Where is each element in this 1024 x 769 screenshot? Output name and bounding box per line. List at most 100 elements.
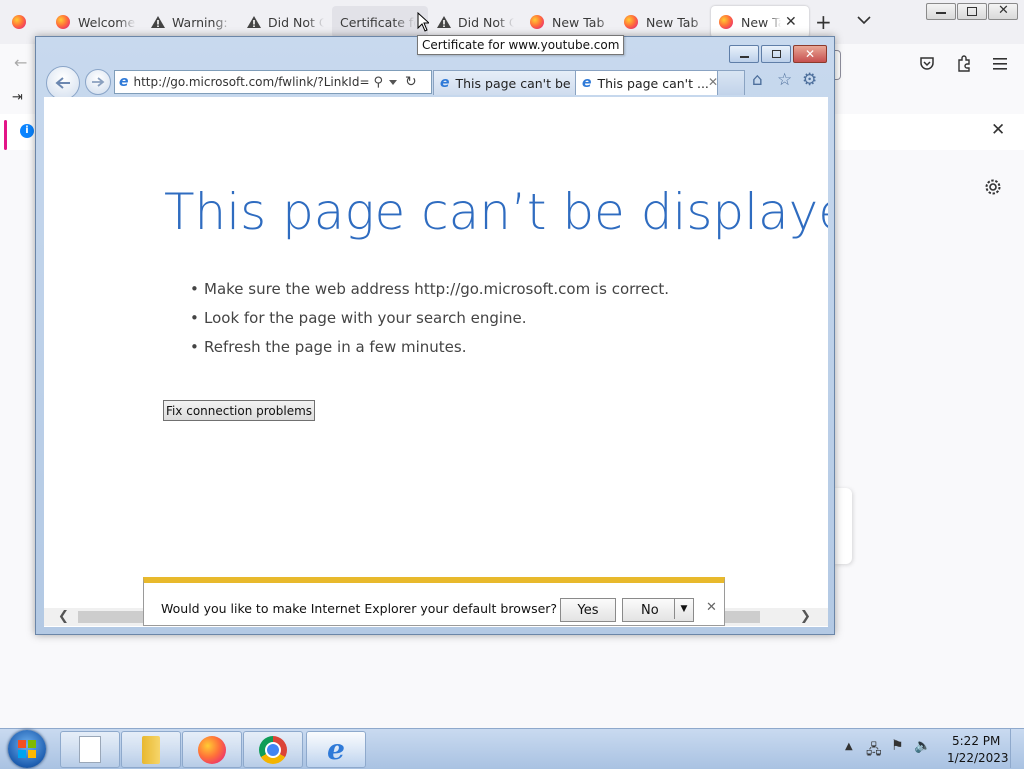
- suggestion-item: • Refresh the page in a few minutes.: [190, 338, 467, 356]
- firefox-tab[interactable]: Welcome: [46, 6, 146, 38]
- scroll-right-arrow-icon[interactable]: ❯: [800, 609, 811, 624]
- firefox-restore-button[interactable]: [957, 3, 987, 20]
- notification-accent-strip: [4, 120, 7, 150]
- restore-icon: [967, 7, 977, 16]
- ie-tab-active[interactable]: e This page can't ... ✕: [575, 70, 723, 95]
- warning-icon: [437, 16, 451, 28]
- network-icon[interactable]: 🖧: [866, 739, 882, 763]
- firefox-tab[interactable]: New Tab: [520, 6, 620, 38]
- chrome-icon: [259, 735, 287, 764]
- tab-label: Welcome: [78, 14, 136, 30]
- firefox-tab[interactable]: Did Not C: [426, 6, 528, 38]
- ie-new-tab-button[interactable]: [717, 70, 745, 95]
- forward-arrow-icon: [92, 77, 105, 87]
- address-text: http://go.microsoft.com/fwlink/?LinkId=2…: [133, 75, 370, 89]
- home-icon[interactable]: ⌂: [752, 70, 763, 90]
- ie-forward-button[interactable]: [85, 69, 111, 95]
- settings-gear-icon[interactable]: [984, 178, 1002, 196]
- firefox-icon: [198, 735, 226, 764]
- minimize-icon: [936, 12, 946, 14]
- ie-minimize-button[interactable]: [729, 45, 759, 63]
- taskbar-firefox-button[interactable]: [182, 731, 242, 768]
- close-icon: ✕: [998, 3, 1009, 18]
- show-hidden-icons-icon[interactable]: ▲: [845, 741, 853, 752]
- new-tab-plus-icon[interactable]: +: [815, 10, 832, 34]
- firefox-tab[interactable]: New Tab: [614, 6, 718, 38]
- firefox-tab-active[interactable]: New Ta ✕: [711, 6, 809, 38]
- ie-back-button[interactable]: [46, 66, 80, 100]
- tab-label: Warning:: [172, 14, 228, 30]
- ie-close-button[interactable]: ✕: [793, 45, 827, 63]
- show-desktop-button[interactable]: [1010, 729, 1024, 768]
- firefox-tab[interactable]: Did Not C: [236, 6, 336, 38]
- sign-in-icon[interactable]: ⇥: [12, 90, 23, 105]
- windows-logo-icon: [18, 740, 36, 758]
- tab-label: Certificate fo: [340, 14, 416, 30]
- taskbar-ie-button[interactable]: e: [306, 731, 366, 768]
- ie-page-icon: e: [582, 75, 592, 91]
- firefox-icon: [624, 15, 638, 29]
- tab-label: Did Not C: [458, 14, 514, 30]
- internet-explorer-icon: e: [327, 733, 345, 766]
- ie-page-icon: e: [440, 75, 450, 91]
- suggestion-text: Look for the page with your search engin…: [204, 309, 527, 327]
- volume-icon[interactable]: 🔈: [914, 738, 931, 754]
- firefox-icon: [56, 15, 70, 29]
- taskbar-chrome-button[interactable]: [243, 731, 303, 768]
- tab-label: New Tab: [646, 14, 699, 30]
- start-button[interactable]: [8, 730, 46, 768]
- warning-icon: [247, 16, 261, 28]
- extensions-icon[interactable]: [956, 55, 972, 72]
- tab-label: New Tab: [552, 14, 605, 30]
- windows-taskbar: e ▲ 🖧 ⚑ 🔈 5:22 PM 1/22/2023: [0, 728, 1024, 769]
- info-icon: i: [20, 124, 34, 138]
- ie-page-icon: e: [119, 74, 129, 90]
- no-button-label: No: [641, 602, 659, 618]
- action-center-flag-icon[interactable]: ⚑: [891, 738, 904, 754]
- notification-text: Would you like to make Internet Explorer…: [161, 601, 558, 616]
- ie-tab[interactable]: e This page can't be ...: [433, 70, 581, 95]
- list-tabs-chevron-icon[interactable]: [857, 16, 871, 25]
- address-dropdown-icon[interactable]: [389, 79, 398, 85]
- search-icon[interactable]: ⚲: [374, 75, 384, 90]
- ie-restore-button[interactable]: [761, 45, 791, 63]
- hamburger-menu-icon[interactable]: [993, 58, 1007, 70]
- default-browser-notification: Would you like to make Internet Explorer…: [143, 577, 725, 626]
- fix-connection-problems-button[interactable]: Fix connection problems: [163, 400, 315, 421]
- notification-close-icon[interactable]: ✕: [706, 600, 717, 615]
- restore-icon: [771, 50, 781, 58]
- firefox-tab[interactable]: Certificate fo: [332, 6, 428, 38]
- firefox-menu-icon[interactable]: [12, 15, 26, 29]
- firefox-icon: [530, 15, 544, 29]
- firefox-close-button[interactable]: ✕: [988, 3, 1018, 20]
- taskbar-notepad-button[interactable]: [60, 731, 120, 768]
- refresh-icon[interactable]: ↻: [405, 74, 417, 90]
- clock-date[interactable]: 1/22/2023: [947, 751, 1009, 765]
- clock-time[interactable]: 5:22 PM: [952, 734, 1000, 748]
- back-arrow-icon[interactable]: ←: [14, 53, 27, 72]
- close-icon: ✕: [804, 47, 816, 61]
- ie-page-content: This page can’t be displayed • Make sure …: [44, 97, 828, 627]
- suggestion-text: Make sure the web address http://go.micr…: [204, 280, 670, 298]
- tools-gear-icon[interactable]: ⚙: [802, 70, 817, 90]
- suggestion-item: • Look for the page with your search engi…: [190, 309, 527, 327]
- tab-close-icon[interactable]: ✕: [785, 14, 797, 30]
- notification-close-icon[interactable]: ✕: [991, 120, 1005, 140]
- no-button[interactable]: No ▼: [622, 598, 694, 622]
- scroll-left-arrow-icon[interactable]: ❮: [58, 609, 69, 624]
- suggestion-text: Refresh the page in a few minutes.: [204, 338, 467, 356]
- no-dropdown-icon[interactable]: ▼: [674, 599, 693, 619]
- folder-icon: [142, 735, 160, 764]
- tab-label: New Ta: [741, 14, 781, 30]
- tab-label: This page can't ...: [597, 75, 709, 91]
- document-icon: [79, 736, 101, 763]
- pocket-icon[interactable]: [919, 56, 935, 71]
- firefox-minimize-button[interactable]: [926, 3, 956, 20]
- firefox-tab[interactable]: Warning:: [140, 6, 242, 38]
- ie-address-bar[interactable]: e http://go.microsoft.com/fwlink/?LinkId…: [114, 70, 432, 94]
- favorites-star-icon[interactable]: ☆: [777, 70, 792, 90]
- tab-tooltip: Certificate for www.youtube.com: [417, 35, 625, 55]
- tab-label: This page can't be ...: [455, 75, 581, 91]
- yes-button[interactable]: Yes: [560, 598, 616, 622]
- taskbar-explorer-button[interactable]: [121, 731, 181, 768]
